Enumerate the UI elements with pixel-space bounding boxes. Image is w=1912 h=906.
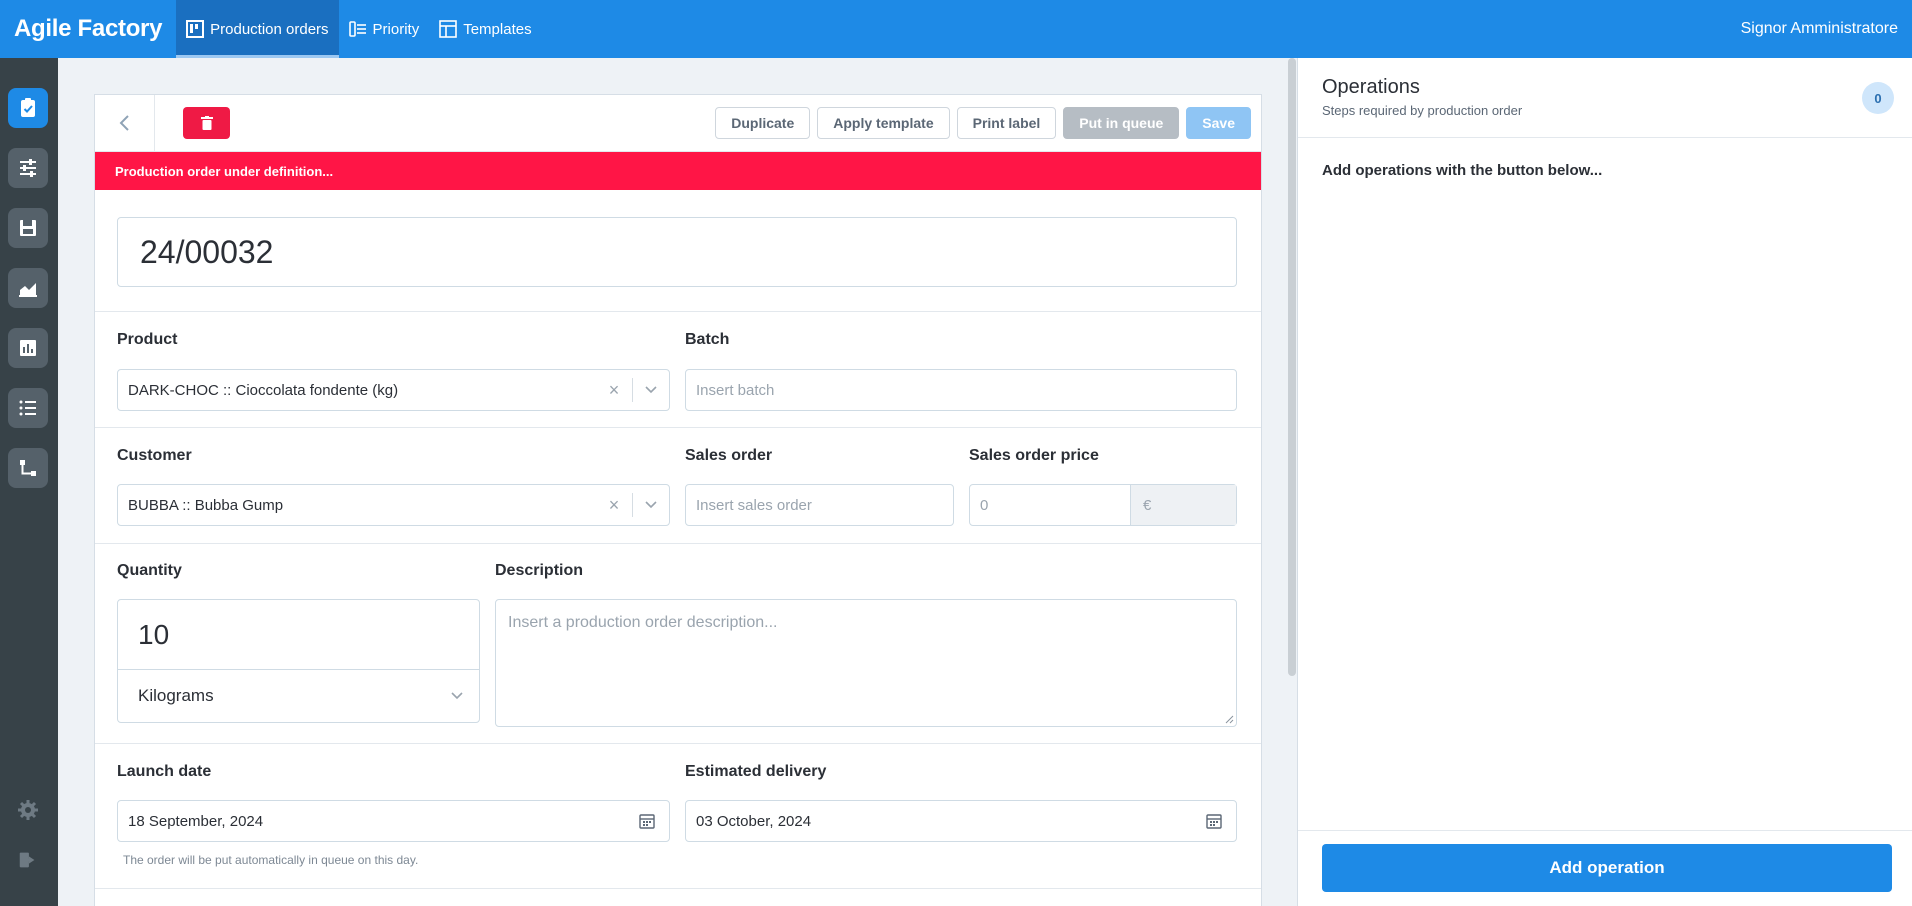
customer-label: Customer	[117, 447, 192, 464]
resize-handle-icon[interactable]	[1224, 714, 1234, 724]
operations-count-badge: 0	[1862, 82, 1894, 114]
quantity-input[interactable]: 10	[118, 600, 479, 670]
add-operation-button[interactable]: Add operation	[1322, 844, 1892, 892]
main-scrollbar[interactable]	[1288, 58, 1296, 676]
sidebar-item-flows[interactable]	[8, 448, 48, 488]
unit-value: Kilograms	[138, 686, 214, 705]
description-label: Description	[495, 562, 584, 579]
area-chart-icon	[19, 283, 37, 297]
duplicate-button[interactable]: Duplicate	[715, 107, 811, 139]
description-placeholder: Insert a production order description...	[508, 614, 778, 631]
calendar-icon	[639, 814, 655, 829]
sliders-icon	[20, 159, 36, 177]
operations-panel: Operations Steps required by production …	[1297, 58, 1912, 906]
unit-select[interactable]: Kilograms	[118, 670, 479, 722]
sales-price-label: Sales order price	[969, 447, 1099, 464]
sales-order-input[interactable]: Insert sales order	[685, 484, 954, 526]
product-value: DARK-CHOC :: Cioccolata fondente (kg)	[128, 381, 399, 399]
quantity-field: 10 Kilograms	[117, 599, 480, 723]
batch-input[interactable]: Insert batch	[685, 369, 1237, 411]
logout-icon	[19, 852, 35, 868]
settings-button[interactable]	[14, 796, 42, 824]
production-order-form: Duplicate Apply template Print label Put…	[94, 94, 1262, 906]
divider	[95, 543, 1261, 544]
product-label: Product	[117, 331, 178, 348]
calendar-icon	[1206, 814, 1222, 829]
sales-order-label: Sales order	[685, 447, 773, 464]
status-banner: Production order under definition...	[95, 152, 1261, 190]
sidebar-item-storage[interactable]	[8, 208, 48, 248]
delivery-label: Estimated delivery	[685, 763, 827, 780]
tab-label: Production orders	[210, 20, 329, 38]
save-button[interactable]: Save	[1186, 107, 1251, 139]
chevron-down-icon[interactable]	[633, 501, 669, 509]
launch-date-hint: The order will be put automatically in q…	[123, 853, 419, 867]
chevron-left-icon	[119, 115, 129, 131]
trash-icon	[200, 116, 213, 130]
tab-priority[interactable]: Priority	[339, 0, 430, 58]
apply-template-button[interactable]: Apply template	[817, 107, 950, 139]
operations-footer: Add operation	[1298, 830, 1912, 906]
save-icon	[20, 220, 36, 236]
tab-templates[interactable]: Templates	[429, 0, 541, 58]
chevron-down-icon	[451, 692, 463, 700]
product-select[interactable]: DARK-CHOC :: Cioccolata fondente (kg) ×	[117, 369, 670, 411]
flow-icon	[20, 460, 36, 476]
priority-list-icon	[348, 21, 366, 37]
clear-icon[interactable]: ×	[596, 380, 632, 401]
clear-icon[interactable]: ×	[596, 495, 632, 516]
launch-date-label: Launch date	[117, 763, 212, 780]
delivery-date-input[interactable]: 03 October, 2024	[685, 800, 1237, 842]
bar-chart-icon	[20, 340, 36, 356]
sales-price-placeholder: 0	[980, 496, 989, 514]
quantity-label: Quantity	[117, 562, 182, 579]
divider	[95, 427, 1261, 428]
settings-icon	[18, 800, 38, 820]
operations-title: Operations	[1322, 76, 1420, 98]
app-title[interactable]: Agile Factory	[0, 0, 176, 58]
tab-label: Priority	[372, 20, 420, 38]
logout-button[interactable]	[14, 846, 42, 874]
delete-button[interactable]	[183, 107, 230, 139]
divider	[95, 311, 1261, 312]
delivery-date-value: 03 October, 2024	[696, 812, 812, 830]
sales-order-placeholder: Insert sales order	[696, 496, 812, 514]
sidebar-item-planning[interactable]	[8, 148, 48, 188]
customer-value: BUBBA :: Bubba Gump	[128, 496, 284, 514]
order-code-field[interactable]: 24/00032	[117, 217, 1237, 287]
clipboard-check-icon	[21, 98, 35, 117]
customer-select[interactable]: BUBBA :: Bubba Gump ×	[117, 484, 670, 526]
launch-date-input[interactable]: 18 September, 2024	[117, 800, 670, 842]
back-button[interactable]	[95, 95, 155, 151]
sales-price-input[interactable]: 0 €	[969, 484, 1237, 526]
launch-date-value: 18 September, 2024	[128, 812, 264, 830]
sidebar-item-lists[interactable]	[8, 388, 48, 428]
batch-placeholder: Insert batch	[696, 381, 775, 399]
tab-label: Templates	[463, 20, 532, 38]
chevron-down-icon[interactable]	[633, 386, 669, 394]
sidebar-item-production[interactable]	[8, 268, 48, 308]
tab-production-orders[interactable]: Production orders	[176, 0, 339, 58]
form-toolbar: Duplicate Apply template Print label Put…	[95, 95, 1261, 152]
template-icon	[439, 20, 458, 38]
operations-header: Operations Steps required by production …	[1298, 58, 1912, 138]
divider	[95, 888, 1261, 889]
user-menu[interactable]: Signor Amministratore	[1741, 0, 1912, 58]
divider	[95, 743, 1261, 744]
put-in-queue-button[interactable]: Put in queue	[1063, 107, 1180, 139]
sidebar-item-reports[interactable]	[8, 328, 48, 368]
operations-subtitle: Steps required by production order	[1322, 103, 1523, 118]
print-label-button[interactable]: Print label	[956, 107, 1057, 139]
list-icon	[19, 400, 36, 416]
top-navbar: Agile Factory Production orders Priority…	[0, 0, 1912, 58]
kanban-icon	[186, 20, 205, 38]
sidebar	[0, 58, 58, 906]
operations-empty-message: Add operations with the button below...	[1322, 162, 1603, 179]
description-textarea[interactable]: Insert a production order description...	[495, 599, 1237, 727]
currency-addon: €	[1130, 485, 1236, 525]
sidebar-item-orders[interactable]	[8, 88, 48, 128]
batch-label: Batch	[685, 331, 730, 348]
